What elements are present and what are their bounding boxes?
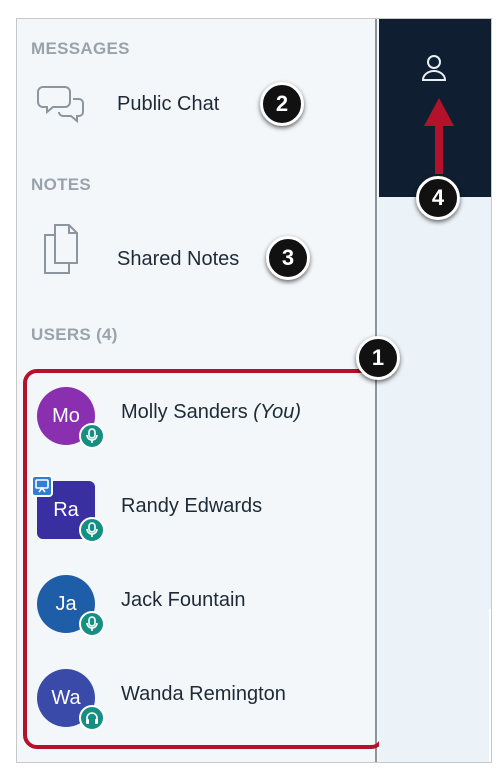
users-section-title: USERS (4) bbox=[31, 325, 118, 344]
chat-bubbles-icon bbox=[37, 86, 84, 124]
you-label: (You) bbox=[253, 401, 302, 423]
user-name: Molly Sanders (You) bbox=[121, 401, 301, 424]
callout-2: 2 bbox=[260, 82, 304, 126]
user-name: Wanda Remington bbox=[121, 683, 286, 705]
public-chat-label: Public Chat bbox=[117, 93, 220, 115]
headphones-icon bbox=[79, 705, 105, 731]
mic-icon bbox=[79, 611, 105, 637]
user-name: Jack Fountain bbox=[121, 589, 246, 611]
user-list-sidebar: MESSAGES Public Chat NOTES Shared Notes … bbox=[17, 19, 385, 762]
shared-notes-label: Shared Notes bbox=[117, 248, 240, 270]
user-row-jack[interactable]: Ja Jack Fountain bbox=[17, 575, 377, 655]
document-icon bbox=[44, 224, 78, 274]
notes-section-title: NOTES bbox=[31, 175, 92, 194]
user-row-randy[interactable]: Ra Randy Edwards bbox=[17, 475, 377, 561]
app-frame: MESSAGES Public Chat NOTES Shared Notes … bbox=[16, 18, 492, 763]
user-name-text: Molly Sanders bbox=[121, 401, 248, 423]
messages-section-title: MESSAGES bbox=[31, 39, 130, 58]
mic-icon bbox=[79, 423, 105, 449]
presenter-icon bbox=[31, 475, 53, 497]
pane-divider bbox=[489, 609, 491, 762]
callout-3: 3 bbox=[266, 236, 310, 280]
user-name: Randy Edwards bbox=[121, 495, 263, 517]
user-row-molly[interactable]: Mo Molly Sanders (You) bbox=[17, 387, 377, 467]
arrow-up-icon bbox=[424, 98, 454, 174]
callout-4: 4 bbox=[416, 176, 460, 220]
user-row-wanda[interactable]: Wa Wanda Remington bbox=[17, 669, 377, 749]
callout-1: 1 bbox=[356, 336, 400, 380]
user-list-toggle-icon[interactable] bbox=[419, 53, 449, 83]
mic-icon bbox=[79, 517, 105, 543]
